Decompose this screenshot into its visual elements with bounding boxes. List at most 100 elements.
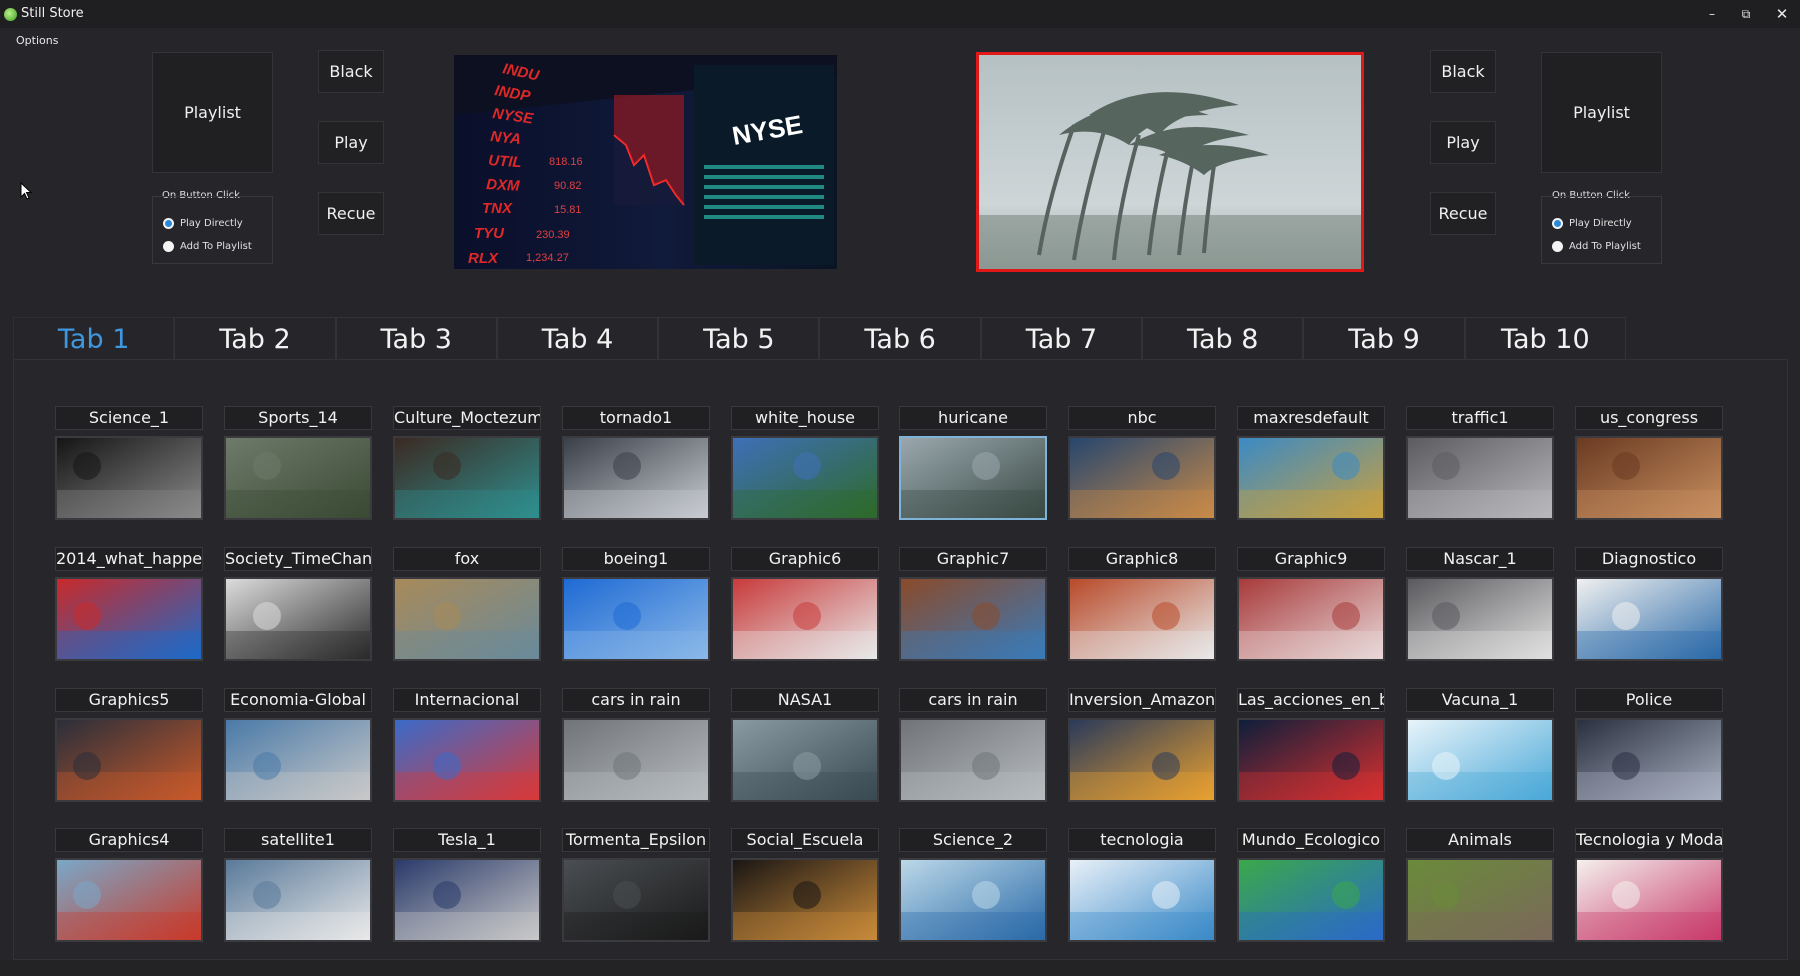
restore-icon[interactable]: ⧉ [1734,4,1758,24]
left-radio-play-directly[interactable]: Play Directly [163,218,243,229]
still-tile[interactable]: Culture_Moctezuma [393,406,541,521]
still-tile[interactable]: Las_acciones_en_bo [1237,688,1385,803]
tab-8[interactable]: Tab 8 [1142,317,1304,360]
still-tile[interactable]: Sports_14 [224,406,372,521]
still-tile[interactable]: Tormenta_Epsilon [562,828,710,943]
still-tile-thumbnail[interactable] [55,858,203,942]
still-tile-thumbnail[interactable] [224,718,372,802]
still-tile-thumbnail[interactable] [1575,858,1723,942]
still-tile[interactable]: traffic1 [1406,406,1554,521]
still-tile[interactable]: Police [1575,688,1723,803]
still-tile-thumbnail[interactable] [1237,718,1385,802]
still-tile-thumbnail[interactable] [393,436,541,520]
still-tile-thumbnail[interactable] [731,858,879,942]
still-tile-thumbnail[interactable] [562,577,710,661]
still-tile[interactable]: Society_TimeChange [224,547,372,662]
still-tile-thumbnail[interactable] [55,718,203,802]
still-tile-thumbnail[interactable] [1068,858,1216,942]
left-radio-add-to-playlist[interactable]: Add To Playlist [163,241,252,252]
right-recue-button[interactable]: Recue [1430,192,1496,235]
radio-unchecked-icon[interactable] [163,241,174,252]
tab-10[interactable]: Tab 10 [1464,317,1626,360]
still-tile-thumbnail[interactable] [1237,436,1385,520]
still-tile-thumbnail[interactable] [55,436,203,520]
right-radio-add-to-playlist[interactable]: Add To Playlist [1552,241,1641,252]
still-tile-thumbnail[interactable] [562,858,710,942]
tab-4[interactable]: Tab 4 [496,317,659,360]
still-tile[interactable]: Graphics4 [55,828,203,943]
still-tile[interactable]: Graphic6 [731,547,879,662]
still-tile-thumbnail[interactable] [731,577,879,661]
still-tile-thumbnail[interactable] [1068,577,1216,661]
still-tile[interactable]: NASA1 [731,688,879,803]
still-tile-thumbnail[interactable] [1575,577,1723,661]
still-tile-thumbnail[interactable] [562,436,710,520]
tab-6[interactable]: Tab 6 [819,317,981,360]
still-tile[interactable]: Tecnologia y Moda [1575,828,1723,943]
still-tile-thumbnail[interactable] [562,718,710,802]
radio-unchecked-icon[interactable] [1552,241,1563,252]
still-tile[interactable]: Internacional [393,688,541,803]
still-tile[interactable]: Tesla_1 [393,828,541,943]
left-play-button[interactable]: Play [318,121,384,164]
minimize-icon[interactable]: – [1700,4,1724,24]
tab-9[interactable]: Tab 9 [1303,317,1465,360]
still-tile-thumbnail[interactable] [1575,718,1723,802]
still-tile[interactable]: boeing1 [562,547,710,662]
still-tile-thumbnail[interactable] [393,718,541,802]
preview-left-stock-market[interactable]: INDU INDP NYSE NYA UTIL DXM TNX TYU RLX … [454,55,837,269]
left-black-button[interactable]: Black [318,50,384,93]
still-tile-thumbnail[interactable] [1406,577,1554,661]
still-tile-thumbnail[interactable] [1068,718,1216,802]
still-tile[interactable]: Graphics5 [55,688,203,803]
still-tile[interactable]: Economia-Global [224,688,372,803]
still-tile[interactable]: cars in rain [562,688,710,803]
still-tile-thumbnail[interactable] [55,577,203,661]
still-tile-thumbnail[interactable] [731,436,879,520]
right-play-button[interactable]: Play [1430,121,1496,164]
still-tile[interactable]: Inversion_Amazon [1068,688,1216,803]
still-tile-thumbnail[interactable] [899,577,1047,661]
tab-2[interactable]: Tab 2 [174,317,336,360]
still-tile[interactable]: Graphic7 [899,547,1047,662]
still-tile[interactable]: Science_1 [55,406,203,521]
still-tile[interactable]: 2014_what_happene [55,547,203,662]
tab-7[interactable]: Tab 7 [980,317,1143,360]
still-tile[interactable]: cars in rain [899,688,1047,803]
still-tile[interactable]: white_house [731,406,879,521]
menu-options[interactable]: Options [16,34,58,47]
still-tile-thumbnail[interactable] [1068,436,1216,520]
still-tile-thumbnail[interactable] [1575,436,1723,520]
still-tile[interactable]: Graphic9 [1237,547,1385,662]
still-tile-thumbnail[interactable] [224,577,372,661]
still-tile[interactable]: Social_Escuela [731,828,879,943]
still-tile[interactable]: Science_2 [899,828,1047,943]
radio-checked-icon[interactable] [1552,218,1563,229]
left-recue-button[interactable]: Recue [318,192,384,235]
still-tile[interactable]: fox [393,547,541,662]
tab-1[interactable]: Tab 1 [13,317,175,360]
still-tile-thumbnail[interactable] [1237,858,1385,942]
still-tile[interactable]: tecnologia [1068,828,1216,943]
still-tile-thumbnail[interactable] [731,718,879,802]
still-tile-thumbnail[interactable] [899,858,1047,942]
left-playlist-button[interactable]: Playlist [152,52,273,173]
close-icon[interactable]: ✕ [1770,4,1794,24]
still-tile[interactable]: huricane [899,406,1047,521]
tab-3[interactable]: Tab 3 [335,317,497,360]
still-tile-thumbnail[interactable] [899,718,1047,802]
still-tile[interactable]: us_congress [1575,406,1723,521]
still-tile-thumbnail[interactable] [899,436,1047,520]
still-tile-thumbnail[interactable] [1406,718,1554,802]
still-tile-thumbnail[interactable] [224,858,372,942]
still-tile[interactable]: nbc [1068,406,1216,521]
still-tile[interactable]: Vacuna_1 [1406,688,1554,803]
still-tile[interactable]: tornado1 [562,406,710,521]
still-tile-thumbnail[interactable] [393,577,541,661]
right-black-button[interactable]: Black [1430,50,1496,93]
still-tile[interactable]: Nascar_1 [1406,547,1554,662]
tab-5[interactable]: Tab 5 [658,317,820,360]
radio-checked-icon[interactable] [163,218,174,229]
still-tile[interactable]: Diagnostico [1575,547,1723,662]
still-tile[interactable]: maxresdefault [1237,406,1385,521]
